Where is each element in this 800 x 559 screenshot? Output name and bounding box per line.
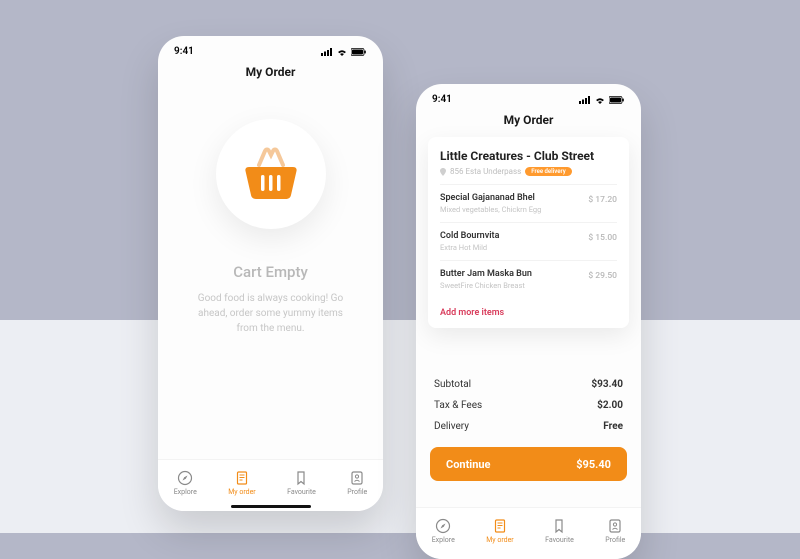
signal-icon: [579, 96, 591, 104]
bottom-nav: Explore My order Favourite Profile: [158, 459, 383, 511]
status-time: 9:41: [174, 46, 194, 57]
basket-circle: [216, 119, 326, 229]
nav-myorder[interactable]: My order: [486, 518, 514, 544]
restaurant-name: Little Creatures - Club Street: [440, 149, 617, 163]
subtotal-row: Subtotal $93.40: [434, 374, 623, 395]
item-desc: Extra Hot Mild: [440, 243, 499, 252]
receipt-icon: [234, 470, 250, 486]
empty-subtitle: Good food is always cooking! Go ahead, o…: [182, 291, 359, 336]
item-price: $ 15.00: [588, 233, 617, 243]
bottom-nav: Explore My order Favourite Profile: [416, 507, 641, 559]
status-bar: 9:41: [416, 84, 641, 109]
signal-icon: [321, 48, 333, 56]
totals: Subtotal $93.40 Tax & Fees $2.00 Deliver…: [434, 374, 623, 437]
phone-order: 9:41 My Order Little Creatures - Club St…: [416, 84, 641, 559]
pin-icon: [440, 168, 446, 176]
nav-label: Profile: [347, 488, 367, 496]
bookmark-icon: [293, 470, 309, 486]
status-icons: [579, 96, 625, 104]
restaurant-address: 856 Esta Underpass: [450, 167, 521, 176]
profile-icon: [349, 470, 365, 486]
wifi-icon: [594, 96, 606, 104]
item-price: $ 29.50: [588, 271, 617, 281]
home-indicator: [231, 505, 311, 508]
nav-label: My order: [228, 488, 256, 496]
nav-label: Favourite: [545, 536, 574, 544]
continue-amount: $95.40: [576, 458, 611, 471]
nav-favourite[interactable]: Favourite: [545, 518, 574, 544]
order-item[interactable]: Special Gajananad Bhel Mixed vegetables,…: [440, 184, 617, 222]
add-more-items[interactable]: Add more items: [440, 308, 617, 318]
nav-label: Explore: [174, 488, 197, 496]
nav-label: Explore: [432, 536, 455, 544]
nav-profile[interactable]: Profile: [605, 518, 625, 544]
bookmark-icon: [551, 518, 567, 534]
status-bar: 9:41: [158, 36, 383, 61]
nav-explore[interactable]: Explore: [174, 470, 197, 496]
order-item[interactable]: Cold Bournvita Extra Hot Mild $ 15.00: [440, 222, 617, 260]
wifi-icon: [336, 48, 348, 56]
battery-icon: [609, 96, 625, 104]
nav-label: Favourite: [287, 488, 316, 496]
item-name: Cold Bournvita: [440, 231, 499, 241]
continue-label: Continue: [446, 458, 490, 471]
nav-label: My order: [486, 536, 514, 544]
page-title: My Order: [416, 109, 641, 137]
compass-icon: [177, 470, 193, 486]
compass-icon: [435, 518, 451, 534]
item-desc: SweetFire Chicken Breast: [440, 281, 532, 290]
delivery-badge: Free delivery: [525, 167, 571, 176]
nav-explore[interactable]: Explore: [432, 518, 455, 544]
phone-empty-cart: 9:41 My Order Cart Empty Good food is al…: [158, 36, 383, 511]
item-name: Special Gajananad Bhel: [440, 193, 541, 203]
subtotal-label: Subtotal: [434, 379, 471, 390]
order-item[interactable]: Butter Jam Maska Bun SweetFire Chicken B…: [440, 260, 617, 298]
order-card: Little Creatures - Club Street 856 Esta …: [428, 137, 629, 328]
profile-icon: [607, 518, 623, 534]
item-name: Butter Jam Maska Bun: [440, 269, 532, 279]
item-desc: Mixed vegetables, Chickrn Egg: [440, 205, 541, 214]
basket-icon: [241, 147, 301, 201]
item-price: $ 17.20: [588, 195, 617, 205]
restaurant-address-row: 856 Esta Underpass Free delivery: [440, 167, 617, 176]
nav-label: Profile: [605, 536, 625, 544]
nav-favourite[interactable]: Favourite: [287, 470, 316, 496]
order-items: Special Gajananad Bhel Mixed vegetables,…: [440, 184, 617, 298]
empty-state: Cart Empty Good food is always cooking! …: [158, 89, 383, 336]
nav-myorder[interactable]: My order: [228, 470, 256, 496]
tax-value: $2.00: [597, 400, 623, 411]
page-title: My Order: [158, 61, 383, 89]
delivery-value: Free: [603, 421, 623, 432]
continue-button[interactable]: Continue $95.40: [430, 447, 627, 481]
tax-row: Tax & Fees $2.00: [434, 395, 623, 416]
empty-heading: Cart Empty: [233, 263, 308, 281]
delivery-label: Delivery: [434, 421, 469, 432]
status-icons: [321, 48, 367, 56]
subtotal-value: $93.40: [591, 379, 623, 390]
delivery-row: Delivery Free: [434, 416, 623, 437]
battery-icon: [351, 48, 367, 56]
nav-profile[interactable]: Profile: [347, 470, 367, 496]
tax-label: Tax & Fees: [434, 400, 482, 411]
receipt-icon: [492, 518, 508, 534]
status-time: 9:41: [432, 94, 452, 105]
